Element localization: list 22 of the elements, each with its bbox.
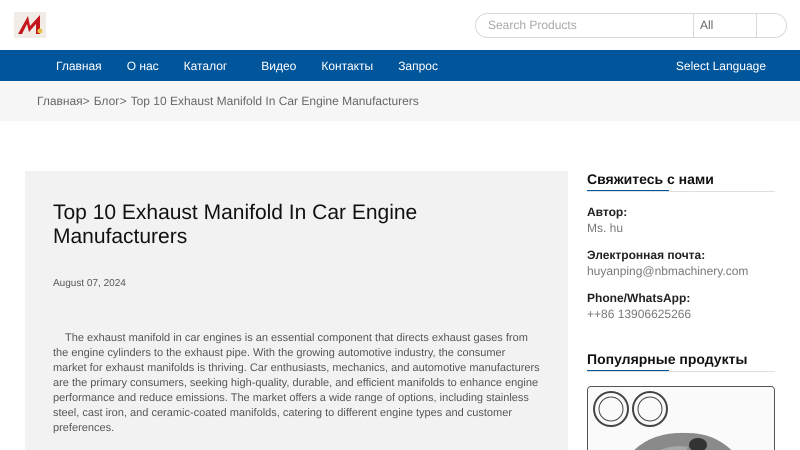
field-value: Ms. hu bbox=[587, 221, 624, 235]
field-label: Phone/WhatsApp: bbox=[587, 291, 692, 305]
nav-link[interactable]: О нас bbox=[114, 58, 171, 72]
logo-icon[interactable] bbox=[14, 12, 46, 38]
nav-link[interactable]: Видео bbox=[249, 58, 308, 72]
category-select[interactable]: All bbox=[693, 12, 757, 38]
language-link[interactable]: Select Language bbox=[676, 58, 766, 72]
field-value: huyanping@nbmachinery.com bbox=[587, 264, 750, 278]
nav-link[interactable]: Контакты bbox=[309, 58, 386, 72]
field-label: Автор: bbox=[587, 205, 628, 219]
article-date: August 07, 2024 bbox=[53, 278, 127, 289]
breadcrumb-link[interactable]: Top 10 Exhaust Manifold In Car Engine Manufacturers bbox=[130, 94, 419, 108]
breadcrumb-link[interactable]: Блог> bbox=[94, 94, 127, 108]
search-field[interactable]: Search Products bbox=[475, 12, 693, 38]
article-paragraph: The exhaust manifold in car engines is an essential component that directs exhaust gases from the engine cylinders to the exhaust pipe. With the growing automotive industry, the consumer market for exhaust manifolds is thriving. Car enthusiasts, mechanics, and automotive manufacturers are the primary consumers, seeking high-quality, durable, and efficient manifolds to enhance engine performance and reduce emissions. The market offers a wide range of options, including stainless steel, cast iron, and ceramic-coated manifolds, catering to different engine types and customer preferences. bbox=[53, 331, 540, 436]
nav-link[interactable]: Запрос bbox=[386, 58, 450, 72]
field-value: ++86 13906625266 bbox=[587, 307, 692, 321]
nav-link[interactable]: Главная bbox=[44, 58, 114, 72]
article-title: Top 10 Exhaust Manifold In Car Engine Manufacturers bbox=[53, 201, 418, 249]
breadcrumb-link[interactable]: Главная> bbox=[37, 94, 90, 108]
nav-link[interactable]: Каталог bbox=[172, 58, 240, 72]
field-label: Электронная почта: bbox=[587, 248, 706, 262]
